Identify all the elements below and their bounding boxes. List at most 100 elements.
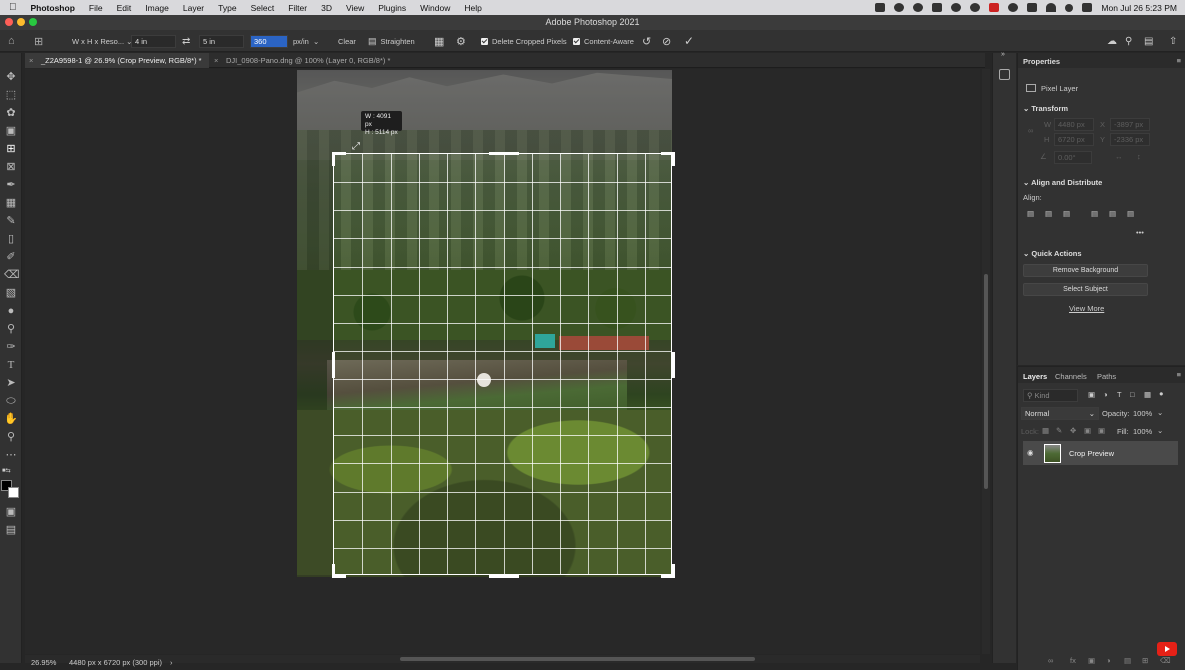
flip-horizontal-icon[interactable]: ↔	[1115, 152, 1123, 161]
transform-section[interactable]: ⌄ Transform	[1023, 104, 1068, 113]
overlay-grid-icon[interactable]: ▦	[434, 30, 444, 52]
blur-tool-icon[interactable]: ●	[4, 304, 18, 318]
lock-transparent-icon[interactable]: ▦	[1042, 426, 1049, 435]
clear-button[interactable]: Clear	[338, 30, 356, 52]
screen-mirror-icon[interactable]	[1027, 3, 1038, 12]
remove-background-button[interactable]: Remove Background	[1023, 264, 1148, 277]
crop-handle[interactable]	[488, 152, 519, 155]
swap-dimensions-icon[interactable]: ⇄	[182, 30, 190, 52]
minimize-window-button[interactable]	[17, 18, 25, 26]
layer-name[interactable]: Crop Preview	[1069, 449, 1114, 458]
quick-mask-icon[interactable]: ▣	[4, 505, 18, 519]
more-tools-icon[interactable]: ⋯	[4, 448, 18, 462]
opacity-value[interactable]: 100%	[1133, 409, 1152, 418]
zoom-tool-icon[interactable]: ⚲	[4, 430, 18, 444]
fill-dropdown-icon[interactable]: ⌄	[1157, 426, 1163, 435]
type-tool-icon[interactable]: T	[4, 358, 18, 372]
lock-all-icon[interactable]: ▣	[1098, 426, 1105, 435]
search-icon[interactable]: ⚲	[1125, 30, 1132, 52]
content-aware-checkbox[interactable]: Content-Aware	[573, 30, 634, 52]
properties-title[interactable]: Properties	[1023, 57, 1060, 66]
marquee-tool-icon[interactable]: ⬚	[4, 88, 18, 102]
align-section[interactable]: ⌄ Align and Distribute	[1023, 178, 1102, 187]
select-subject-button[interactable]: Select Subject	[1023, 283, 1148, 296]
filter-type-icon[interactable]: T	[1117, 390, 1122, 399]
home-icon[interactable]: ⌂	[8, 30, 15, 52]
background-color-swatch[interactable]	[8, 487, 19, 498]
dodge-tool-icon[interactable]: ⚲	[4, 322, 18, 336]
menu-window[interactable]: Window	[413, 3, 457, 13]
menu-layer[interactable]: Layer	[176, 3, 211, 13]
align-hcenter-icon[interactable]: ▤	[1045, 209, 1052, 218]
apple-icon[interactable]: 	[0, 2, 24, 13]
delete-cropped-pixels-checkbox[interactable]: Delete Cropped Pixels	[481, 30, 567, 52]
brush-tool-icon[interactable]: ✎	[4, 214, 18, 228]
lasso-tool-icon[interactable]: ✿	[4, 106, 18, 120]
menu-file[interactable]: File	[82, 3, 110, 13]
scroll-thumb[interactable]	[984, 274, 988, 489]
wifi-icon[interactable]	[1046, 3, 1057, 12]
align-top-icon[interactable]: ▤	[1091, 209, 1098, 218]
collapse-panels-icon[interactable]: »	[1001, 51, 1005, 58]
menu-filter[interactable]: Filter	[281, 3, 314, 13]
move-tool-icon[interactable]: ✥	[4, 70, 18, 84]
zoom-level[interactable]: 26.95%	[31, 656, 56, 670]
new-group-icon[interactable]: ▤	[1124, 656, 1131, 665]
crop-height-input[interactable]: 5 in	[199, 34, 244, 48]
filter-toggle-icon[interactable]: ●	[1159, 389, 1164, 398]
resolution-unit-dropdown[interactable]: px/in ⌄	[293, 30, 319, 52]
crop-tool-icon[interactable]: ⊞	[4, 142, 18, 156]
h-field[interactable]: 6720 px	[1054, 133, 1094, 146]
history-panel-icon[interactable]	[999, 69, 1010, 80]
tab-paths[interactable]: Paths	[1097, 372, 1116, 381]
delete-layer-icon[interactable]: ⌫	[1160, 656, 1171, 665]
zoom-window-button[interactable]	[29, 18, 37, 26]
dropbox-icon[interactable]	[932, 3, 943, 12]
y-field[interactable]: -2336 px	[1110, 133, 1150, 146]
flip-vertical-icon[interactable]: ↕	[1137, 152, 1141, 161]
align-right-icon[interactable]: ▤	[1063, 209, 1070, 218]
screen-record-icon[interactable]	[875, 3, 886, 12]
visibility-eye-icon[interactable]: ◉	[1027, 448, 1034, 457]
layer-row[interactable]: ◉ Crop Preview	[1023, 441, 1178, 465]
panel-menu-icon[interactable]: ≡	[1177, 370, 1181, 379]
menu-app-name[interactable]: Photoshop	[24, 3, 82, 13]
commit-crop-icon[interactable]: ✓	[684, 30, 694, 52]
tab-layers[interactable]: Layers	[1023, 372, 1047, 381]
eyedropper-tool-icon[interactable]: ✒	[4, 178, 18, 192]
quick-actions-section[interactable]: ⌄ Quick Actions	[1023, 249, 1082, 258]
crop-handle[interactable]	[672, 352, 675, 378]
globe-icon[interactable]	[894, 3, 905, 12]
crop-settings-gear-icon[interactable]: ⚙	[456, 30, 466, 52]
align-more-icon[interactable]: •••	[1136, 228, 1144, 237]
align-left-icon[interactable]: ▤	[1027, 209, 1034, 218]
menu-edit[interactable]: Edit	[110, 3, 139, 13]
object-select-tool-icon[interactable]: ▣	[4, 124, 18, 138]
new-layer-icon[interactable]: ⊞	[1142, 656, 1148, 665]
control-center-icon[interactable]	[1082, 3, 1093, 12]
menu-help[interactable]: Help	[457, 3, 488, 13]
antivirus-icon[interactable]	[989, 3, 1000, 12]
cloud-docs-icon[interactable]: ☁	[1107, 30, 1117, 52]
x-field[interactable]: -3897 px	[1110, 118, 1150, 131]
crop-handle[interactable]	[332, 564, 335, 578]
app-status-icon[interactable]	[970, 3, 981, 12]
default-colors-icon[interactable]: ■⇆	[2, 467, 11, 474]
cancel-crop-icon[interactable]: ⊘	[662, 30, 671, 52]
path-selection-tool-icon[interactable]: ➤	[4, 376, 18, 390]
workspace-icon[interactable]: ▤	[1144, 30, 1153, 52]
menu-type[interactable]: Type	[211, 3, 243, 13]
moon-icon[interactable]	[1008, 3, 1019, 12]
filter-shape-icon[interactable]: □	[1130, 390, 1135, 399]
layer-style-icon[interactable]: fx	[1070, 656, 1076, 665]
fill-value[interactable]: 100%	[1133, 427, 1152, 436]
crop-width-input[interactable]: 4 in	[131, 34, 176, 48]
menu-select[interactable]: Select	[244, 3, 282, 13]
crop-tool-preset-icon[interactable]: ⊞	[34, 30, 43, 52]
close-tab-icon[interactable]: ×	[214, 53, 218, 68]
crop-handle[interactable]	[488, 575, 519, 578]
menu-image[interactable]: Image	[138, 3, 176, 13]
align-bottom-icon[interactable]: ▤	[1127, 209, 1134, 218]
crop-handle[interactable]	[672, 564, 675, 578]
ratio-preset-dropdown[interactable]: W x H x Reso... ⌄	[72, 30, 132, 52]
